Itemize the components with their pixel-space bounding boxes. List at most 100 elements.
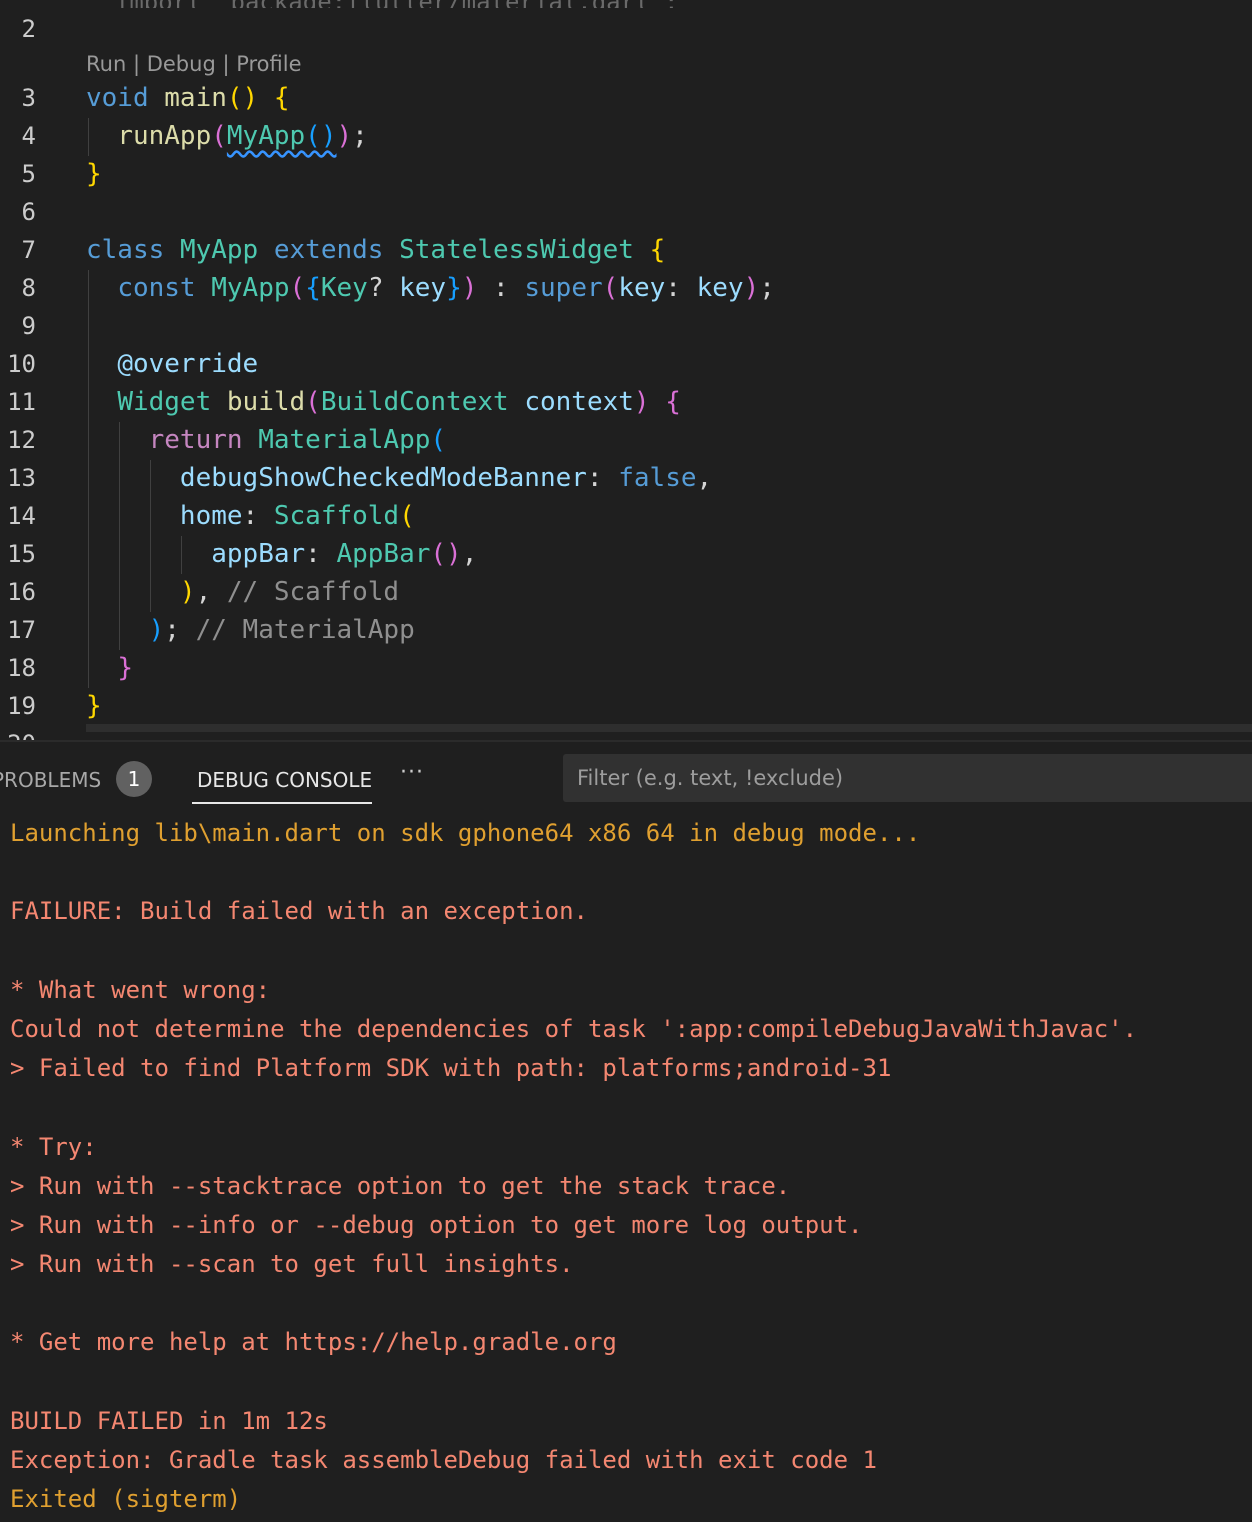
code-text: @override [86,345,258,383]
code-line[interactable]: 18 } [0,649,1252,687]
code-line[interactable]: 2 [0,10,1252,48]
code-token: StatelessWidget [399,235,634,265]
code-token: } [446,273,462,303]
code-token: { [305,273,321,303]
code-text: void main() { [86,79,290,117]
problems-count-badge: 1 [116,761,152,797]
code-line[interactable]: 15 appBar: AppBar(), [0,535,1252,573]
code-token: home [179,501,243,531]
code-line[interactable]: 3 void main() { [0,79,1252,117]
code-token: context [524,387,634,417]
code-token: ; [352,121,368,151]
code-token: ( [602,273,619,303]
code-line[interactable]: 4 runApp(MyApp()); [0,117,1252,155]
code-token: false [618,463,697,493]
code-editor[interactable]: import 'package:flutter/material.dart'; … [0,0,1252,740]
console-filter-input[interactable] [563,754,1252,802]
tab-debug-console[interactable]: DEBUG CONSOLE [197,766,372,794]
code-line[interactable]: 16 ), // Scaffold [0,573,1252,611]
code-line[interactable]: 6 [0,193,1252,231]
line-number: 3 [21,84,36,112]
code-line[interactable]: 17 ); // MaterialApp [0,611,1252,649]
codelens-profile[interactable]: Profile [236,52,301,76]
line-number: 9 [21,312,36,340]
codelens-debug[interactable]: Debug [147,52,216,76]
code-token: { [649,235,666,265]
codelens-separator: | [215,52,237,76]
code-line[interactable]: 9 [0,307,1252,345]
code-token: AppBar [336,539,431,569]
debug-console-output[interactable]: Launching lib\main.dart on sdk gphone64 … [10,814,1250,1519]
line-number: 4 [21,122,36,150]
tab-problems[interactable]: PROBLEMS [0,766,101,794]
code-token: { [665,387,681,417]
code-token: key [696,273,744,303]
code-text: const MyApp({Key? key}) : super(key: key… [86,269,775,307]
code-token: build [226,387,306,417]
code-token: Widget [117,387,212,417]
code-token: super [524,273,603,303]
horizontal-scrollbar[interactable] [86,724,1252,732]
code-line[interactable]: 8 const MyApp({Key? key}) : super(key: k… [0,269,1252,307]
code-line[interactable]: 19} [0,687,1252,725]
code-token: MaterialApp [258,425,431,455]
line-number: 8 [21,274,36,302]
code-token: Scaffold [273,501,400,531]
code-token: BuildContext [320,387,509,417]
code-token: , [195,577,227,607]
codelens-separator: | [126,52,147,76]
code-text: } [86,687,102,725]
console-line: > Run with --info or --debug option to g… [10,1210,863,1239]
line-number: 15 [7,540,36,568]
code-token: ( [399,501,415,531]
code-token: : [586,463,619,493]
line-number: 6 [21,198,36,226]
code-token: void [86,83,149,113]
code-line[interactable]: 10 @override [0,345,1252,383]
partial-code-line: import 'package:flutter/material.dart'; [86,0,679,8]
code-token: ) [179,577,196,607]
code-token: const [117,273,196,303]
console-line: BUILD FAILED in 1m 12s [10,1406,328,1435]
code-token: : [477,273,525,303]
line-number: 11 [7,388,36,416]
line-number: 16 [7,578,36,606]
code-token: extends [273,235,384,265]
code-token: ) [743,273,760,303]
console-line: * Try: [10,1132,97,1161]
code-line[interactable]: 13 debugShowCheckedModeBanner: false, [0,459,1252,497]
code-token: debugShowCheckedModeBanner [179,463,587,493]
code-line[interactable]: 7 class MyApp extends StatelessWidget { [0,231,1252,269]
code-line[interactable]: 12 return MaterialApp( [0,421,1252,459]
code-line[interactable]: 5} [0,155,1252,193]
line-number: 12 [7,426,36,454]
code-token: @override [117,349,259,379]
code-token: : [242,501,274,531]
code-text: runApp(MyApp()); [86,117,368,155]
codelens-run[interactable]: Run [86,52,126,76]
code-line[interactable]: 11 Widget build(BuildContext context) { [0,383,1252,421]
active-tab-indicator [192,802,372,804]
code-token: key [399,273,447,303]
line-number: 5 [21,160,36,188]
code-line[interactable]: 14 home: Scaffold( [0,497,1252,535]
line-number: 17 [7,616,36,644]
more-actions-icon[interactable]: ··· [400,760,424,785]
code-token: , [461,539,478,569]
code-text: home: Scaffold( [86,497,415,535]
console-line: * What went wrong: [10,975,271,1004]
